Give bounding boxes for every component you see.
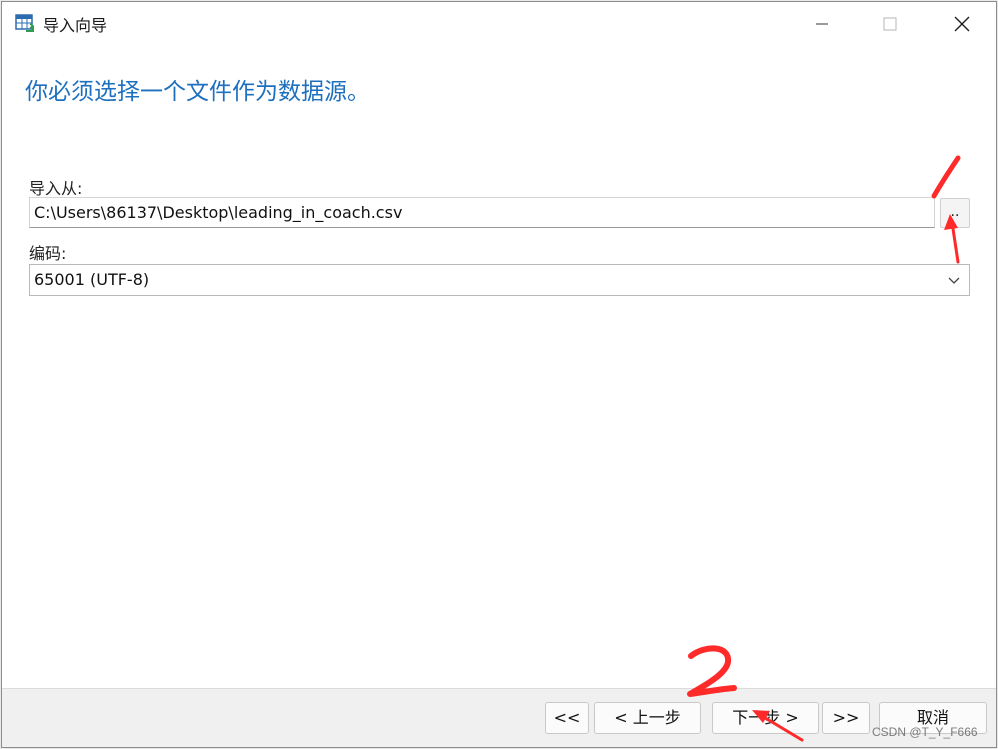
- encoding-select[interactable]: 65001 (UTF-8): [29, 264, 970, 296]
- close-button[interactable]: [940, 6, 984, 42]
- first-step-button[interactable]: <<: [545, 702, 589, 734]
- table-import-icon: [15, 14, 35, 32]
- encoding-label: 编码:: [29, 244, 67, 263]
- watermark: CSDN @T_Y_F666: [872, 725, 978, 739]
- close-icon: [954, 16, 970, 32]
- browse-button[interactable]: ..: [940, 198, 970, 228]
- title-bar[interactable]: 导入向导: [2, 2, 996, 46]
- next-step-button[interactable]: 下一步 >: [712, 702, 819, 734]
- minimize-icon: [816, 23, 828, 25]
- import-wizard-window: 导入向导 你必须选择一个文件作为数据源。 导入从: .. 编码: 65001 (…: [1, 1, 997, 748]
- maximize-button[interactable]: [868, 6, 912, 42]
- window-title: 导入向导: [43, 16, 108, 35]
- minimize-button[interactable]: [800, 6, 844, 42]
- file-path-input[interactable]: [29, 197, 935, 228]
- wizard-footer: << < 上一步 下一步 > >> 取消: [2, 688, 996, 747]
- import-from-label: 导入从:: [29, 179, 83, 198]
- previous-step-button[interactable]: < 上一步: [594, 702, 701, 734]
- last-step-button[interactable]: >>: [822, 702, 870, 734]
- maximize-icon: [883, 17, 897, 31]
- page-heading: 你必须选择一个文件作为数据源。: [25, 79, 370, 105]
- encoding-value: 65001 (UTF-8): [34, 270, 150, 289]
- chevron-down-icon: [948, 277, 960, 284]
